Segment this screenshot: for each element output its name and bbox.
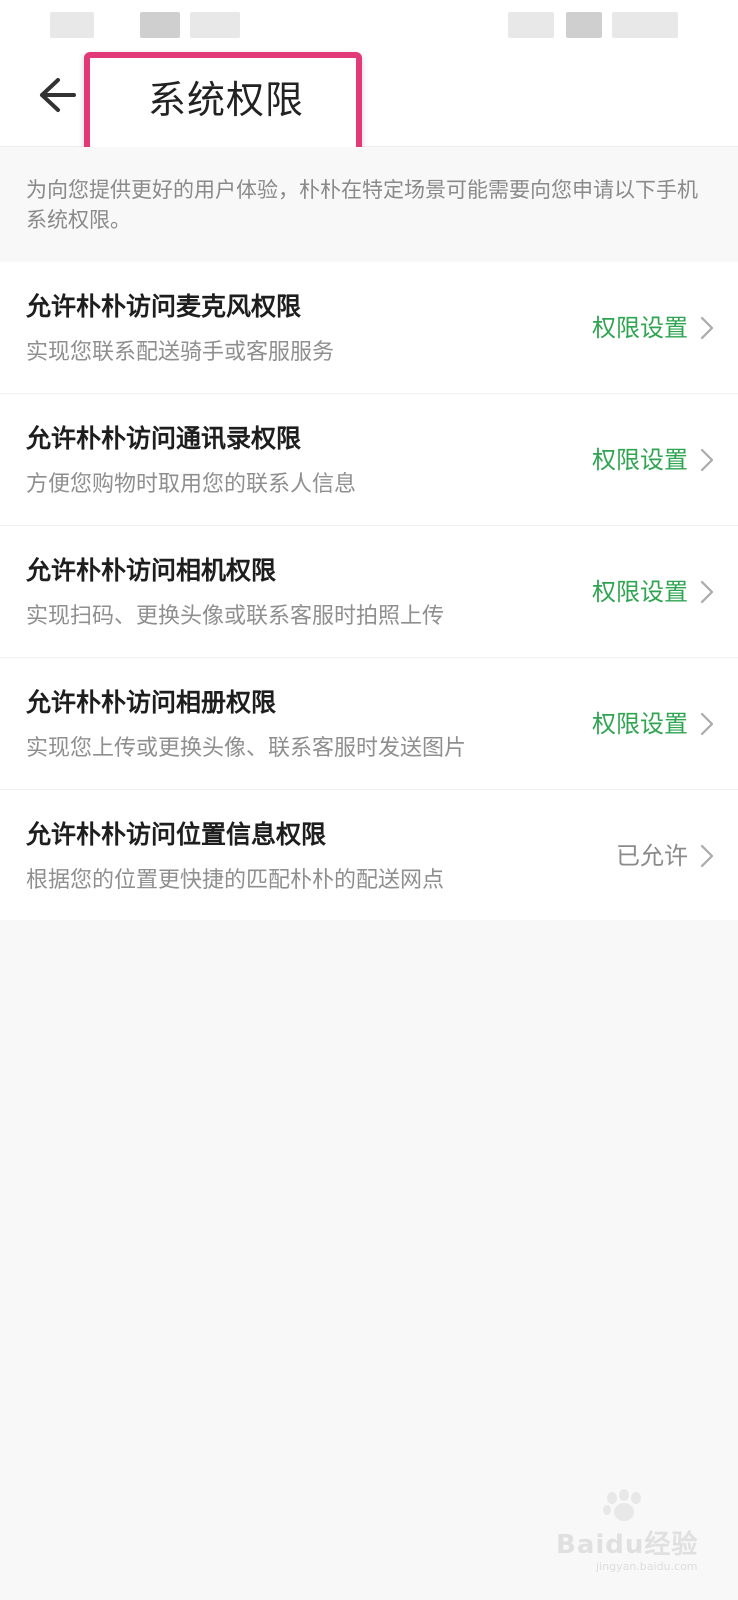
intro-section: 为向您提供更好的用户体验，朴朴在特定场景可能需要向您申请以下手机系统权限。 xyxy=(0,147,738,261)
chevron-right-icon xyxy=(700,448,714,472)
permission-desc: 实现您联系配送骑手或客服服务 xyxy=(26,340,335,365)
permission-settings-link[interactable]: 权限设置 xyxy=(592,312,688,344)
permission-desc: 根据您的位置更快捷的匹配朴朴的配送网点 xyxy=(26,868,445,893)
watermark-brand: Baidu经验 xyxy=(556,1530,699,1560)
status-blur-left-1 xyxy=(50,12,94,38)
permission-desc: 实现扫码、更换头像或联系客服时拍照上传 xyxy=(26,604,445,629)
intro-text: 为向您提供更好的用户体验，朴朴在特定场景可能需要向您申请以下手机系统权限。 xyxy=(26,178,698,232)
permission-title: 允许朴朴访问麦克风权限 xyxy=(26,292,302,321)
status-blur-right-3 xyxy=(612,12,678,38)
page-title: 系统权限 xyxy=(148,78,305,122)
permission-row-album[interactable]: 允许朴朴访问相册权限 实现您上传或更换头像、联系客服时发送图片 权限设置 xyxy=(0,658,738,790)
status-bar xyxy=(0,0,738,44)
chevron-right-icon xyxy=(700,316,714,340)
permission-settings-link[interactable]: 权限设置 xyxy=(592,576,688,608)
chevron-right-icon xyxy=(700,580,714,604)
status-blur-right-2 xyxy=(566,12,602,38)
permission-settings-link[interactable]: 权限设置 xyxy=(592,444,688,476)
permission-row-microphone[interactable]: 允许朴朴访问麦克风权限 实现您联系配送骑手或客服服务 权限设置 xyxy=(0,262,738,394)
permission-allowed-status[interactable]: 已允许 xyxy=(616,840,688,872)
chevron-right-icon xyxy=(700,712,714,736)
permission-title: 允许朴朴访问通讯录权限 xyxy=(26,424,302,453)
permission-row-camera[interactable]: 允许朴朴访问相机权限 实现扫码、更换头像或联系客服时拍照上传 权限设置 xyxy=(0,526,738,658)
permission-desc: 实现您上传或更换头像、联系客服时发送图片 xyxy=(26,736,467,761)
status-blur-left-2 xyxy=(140,12,180,38)
permission-list: 允许朴朴访问麦克风权限 实现您联系配送骑手或客服服务 权限设置 允许朴朴访问通讯… xyxy=(0,262,738,920)
back-arrow-icon[interactable] xyxy=(36,74,78,116)
permission-title: 允许朴朴访问位置信息权限 xyxy=(26,820,327,849)
status-blur-left-3 xyxy=(190,12,240,38)
permission-row-location[interactable]: 允许朴朴访问位置信息权限 根据您的位置更快捷的匹配朴朴的配送网点 已允许 xyxy=(0,790,738,920)
status-blur-right-1 xyxy=(508,12,554,38)
permission-desc: 方便您购物时取用您的联系人信息 xyxy=(26,472,357,497)
permission-title: 允许朴朴访问相机权限 xyxy=(26,556,277,585)
chevron-right-icon xyxy=(700,844,714,868)
watermark-url: jingyan.baidu.com xyxy=(596,1560,698,1573)
page-header: 系统权限 xyxy=(0,44,738,154)
permission-row-contacts[interactable]: 允许朴朴访问通讯录权限 方便您购物时取用您的联系人信息 权限设置 xyxy=(0,394,738,526)
permission-title: 允许朴朴访问相册权限 xyxy=(26,688,277,717)
permission-settings-link[interactable]: 权限设置 xyxy=(592,708,688,740)
